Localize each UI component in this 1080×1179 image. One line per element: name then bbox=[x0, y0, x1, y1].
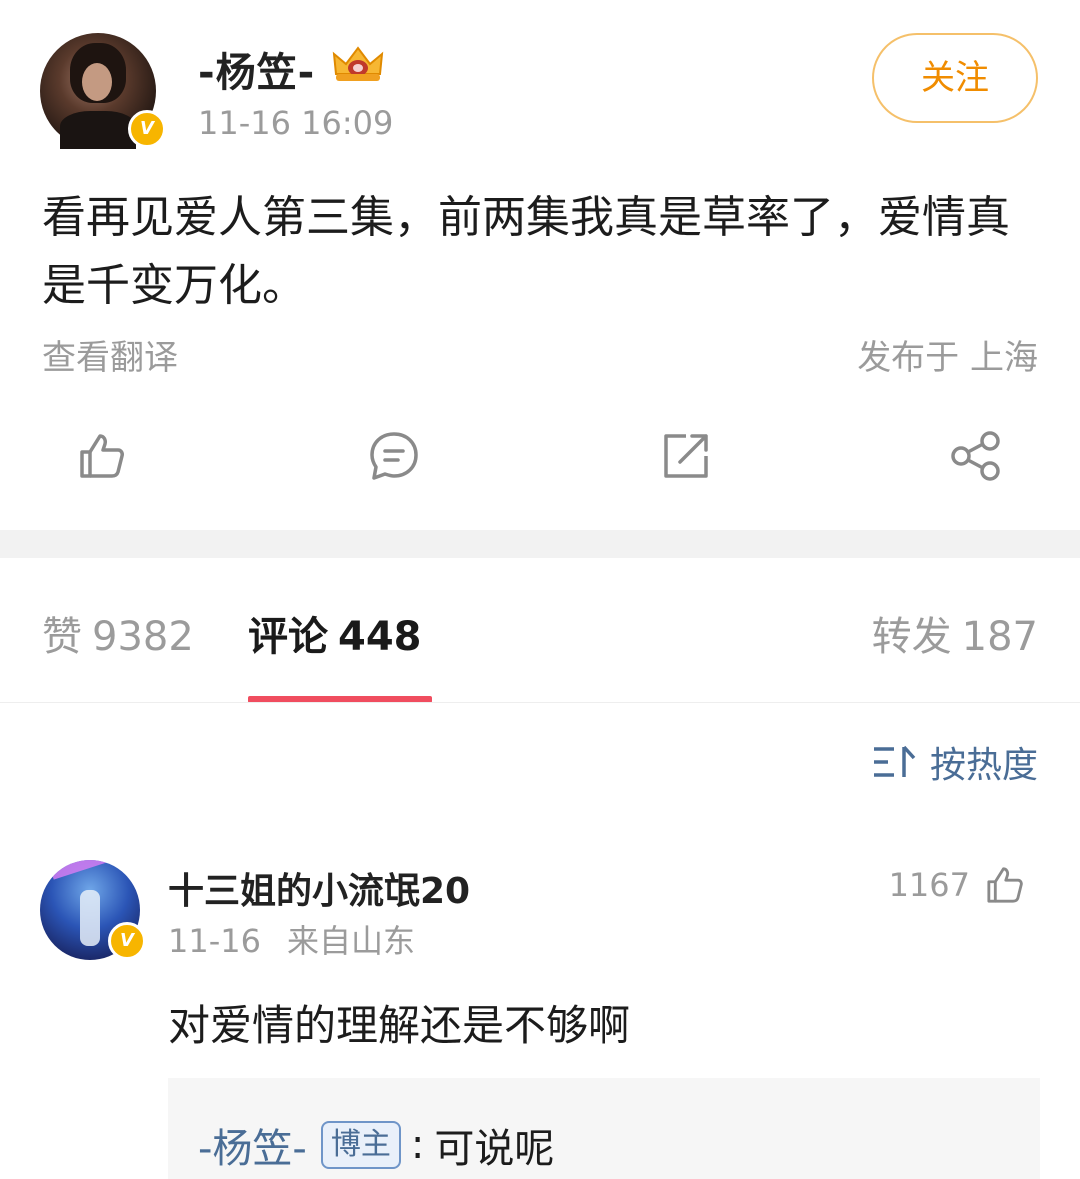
avatar-body bbox=[60, 111, 136, 149]
comment-like-count: 1167 bbox=[888, 866, 970, 904]
reply-colon: : bbox=[410, 1122, 425, 1168]
sort-icon bbox=[873, 745, 916, 777]
tab-likes-count: 9382 bbox=[92, 614, 194, 660]
share-icon bbox=[951, 431, 1000, 481]
translate-link[interactable]: 查看翻译 bbox=[42, 330, 178, 379]
reply-line: -杨笠- 博主 : 可说呢 bbox=[198, 1116, 554, 1174]
blogger-badge: 博主 bbox=[320, 1121, 401, 1169]
comment-meta: 11-16 来自山东 bbox=[168, 916, 415, 962]
repost-button[interactable] bbox=[646, 416, 726, 496]
follow-button[interactable]: 关注 bbox=[872, 33, 1038, 123]
sort-button[interactable]: 按热度 bbox=[872, 736, 1038, 788]
section-divider bbox=[0, 530, 1080, 558]
comment-text: 对爱情的理解还是不够啊 bbox=[168, 1001, 631, 1050]
comment-location: 来自山东 bbox=[286, 922, 415, 960]
verified-badge-icon: V bbox=[128, 110, 166, 148]
tab-reposts[interactable]: 转发 187 bbox=[872, 604, 1038, 662]
crown-icon bbox=[332, 46, 384, 81]
tab-comments-label: 评论 bbox=[248, 614, 328, 660]
commenter-name[interactable]: 十三姐的小流氓20 bbox=[168, 862, 470, 914]
avatar-face bbox=[82, 63, 112, 101]
comment-button[interactable] bbox=[354, 416, 434, 496]
reply-text: 可说呢 bbox=[434, 1126, 555, 1172]
share-button[interactable] bbox=[936, 416, 1016, 496]
post-time: 11-16 16:09 bbox=[198, 104, 394, 142]
repost-icon bbox=[664, 434, 708, 478]
avatar-figure bbox=[80, 890, 100, 946]
tab-likes[interactable]: 赞 9382 bbox=[42, 604, 194, 662]
tab-reposts-label: 转发 bbox=[871, 614, 952, 660]
avatar-light-beam bbox=[50, 860, 140, 880]
tab-comments[interactable]: 评论 448 bbox=[248, 604, 422, 662]
post-content: 看再见爱人第三集，前两集我真是草率了，爱情真是千变万化。 bbox=[42, 192, 1010, 311]
tab-separator bbox=[0, 702, 1080, 703]
reply-box[interactable]: -杨笠- 博主 : 可说呢 bbox=[168, 1078, 1040, 1179]
comment-date: 11-16 bbox=[168, 922, 261, 960]
tab-comments-count: 448 bbox=[338, 614, 422, 660]
commenter-verified-icon: V bbox=[108, 922, 146, 960]
tab-reposts-count: 187 bbox=[961, 614, 1038, 660]
author-name[interactable]: -杨笠- bbox=[198, 40, 315, 98]
post-location: 发布于 上海 bbox=[857, 338, 1038, 378]
like-icon bbox=[80, 434, 124, 478]
tab-likes-label: 赞 bbox=[42, 614, 82, 660]
like-button[interactable] bbox=[62, 416, 142, 496]
comment-like-button[interactable]: 1167 bbox=[889, 864, 1026, 906]
reply-author[interactable]: -杨笠- bbox=[198, 1116, 307, 1174]
comment-like-icon bbox=[987, 867, 1023, 903]
sort-label: 按热度 bbox=[929, 745, 1038, 786]
comment-icon bbox=[370, 432, 418, 480]
